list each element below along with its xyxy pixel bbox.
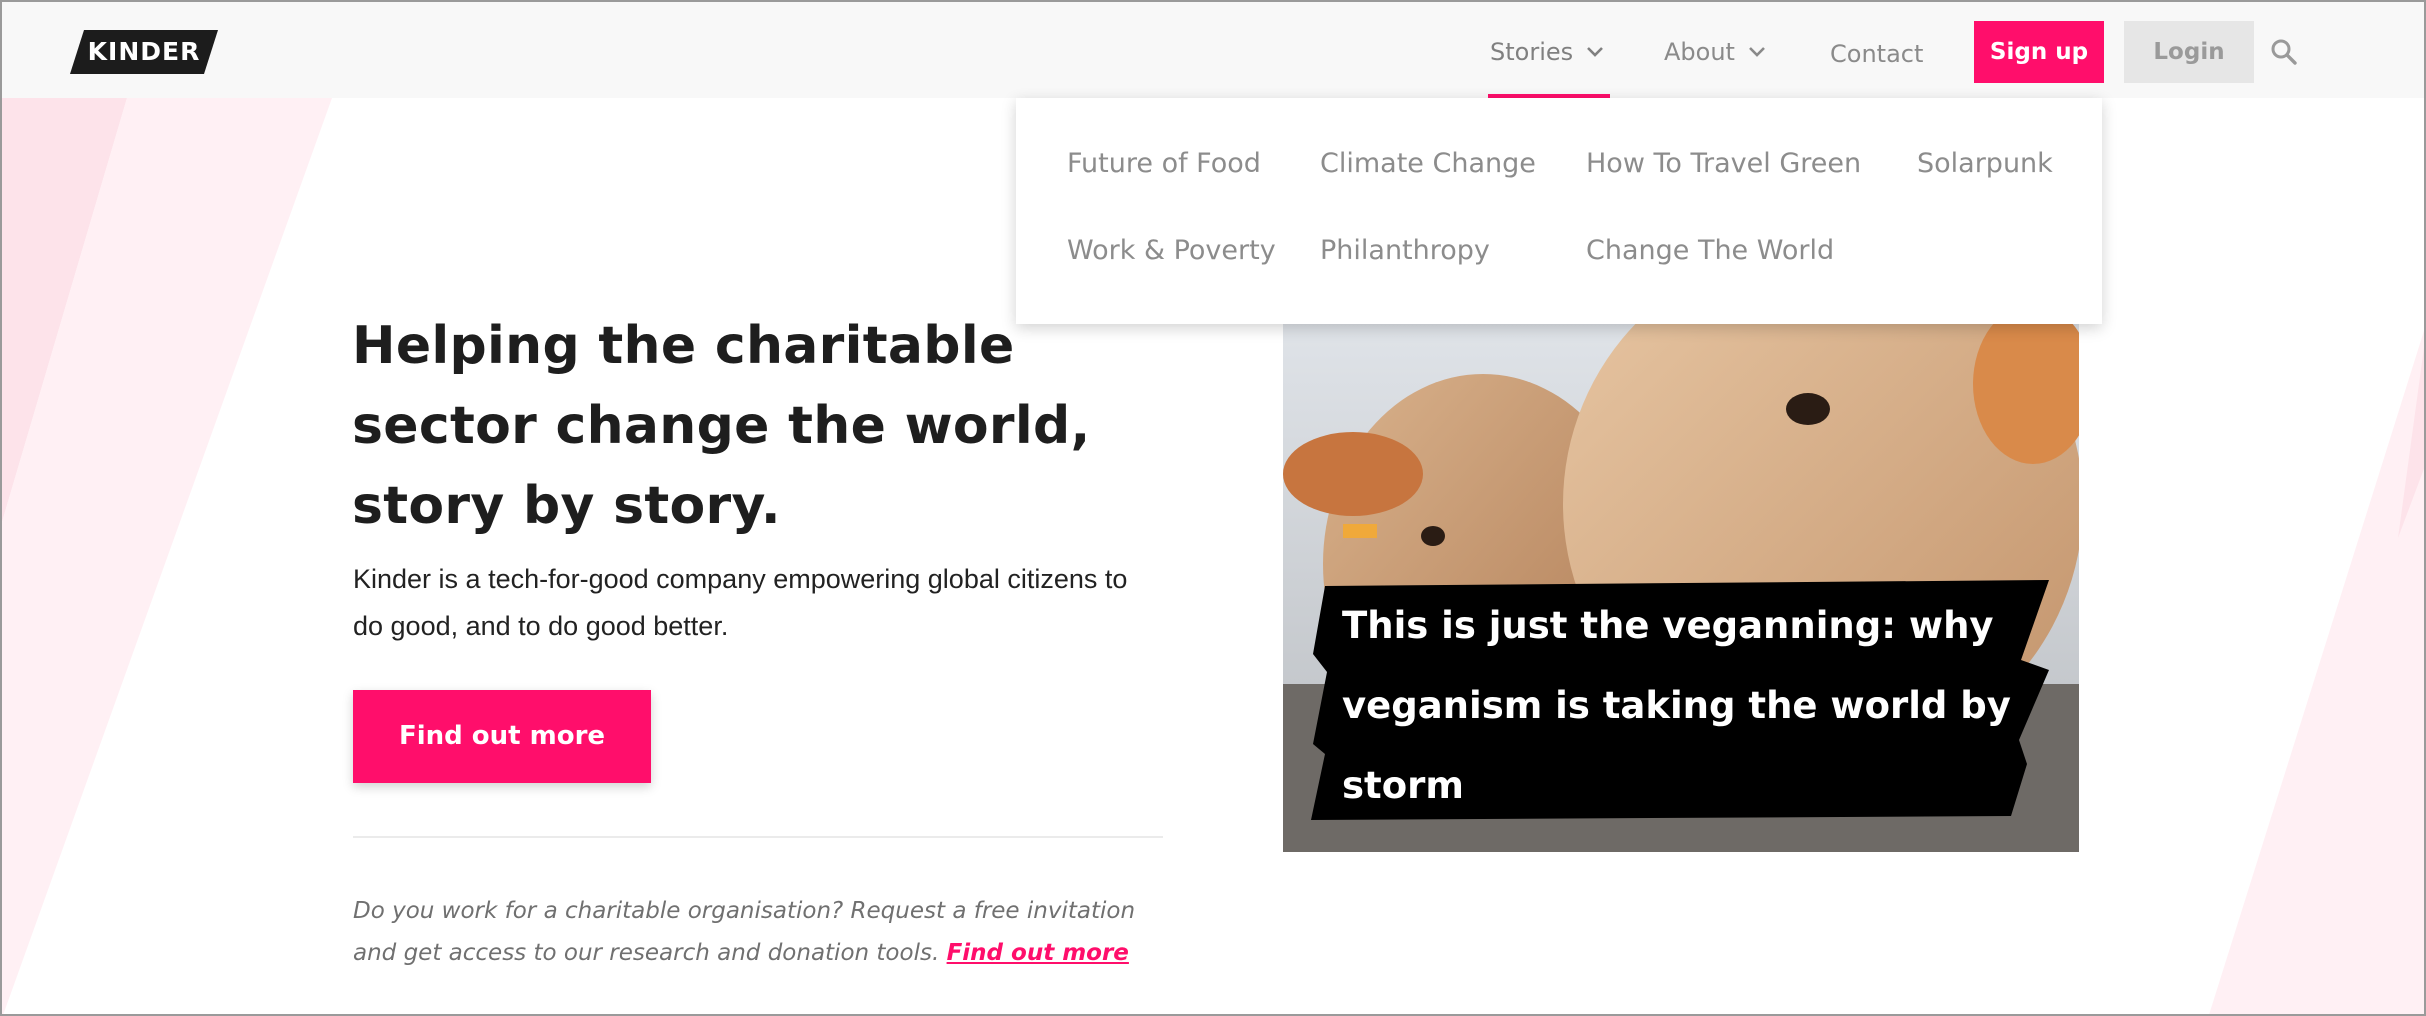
search-icon[interactable] [2270,38,2298,66]
section-divider [353,836,1163,838]
nav-stories[interactable]: Stories [1490,30,1605,74]
nav-stories-label: Stories [1490,38,1574,66]
decorative-stripe-right [2209,330,2424,1014]
menu-item-work-and-poverty[interactable]: Work & Poverty [1067,235,1276,266]
kinder-logo[interactable]: KINDER [70,30,218,74]
menu-item-how-to-travel-green[interactable]: How To Travel Green [1586,148,1861,179]
chevron-down-icon [1749,47,1765,57]
logo-text: KINDER [87,37,201,66]
chevron-down-icon [1587,47,1604,57]
menu-item-climate-change[interactable]: Climate Change [1320,148,1536,179]
site-header: KINDER Stories About Contact Sign up Log… [2,2,2424,98]
decorative-stripe-left [2,98,332,1014]
menu-item-solarpunk[interactable]: Solarpunk [1917,148,2053,179]
signup-button[interactable]: Sign up [1974,21,2104,83]
invitation-text: Do you work for a charitable organisatio… [353,890,1183,974]
featured-story-title[interactable]: This is just the veganning: why veganism… [1342,586,2022,826]
hero-headline: Helping the charitable sector change the… [352,316,1091,536]
nav-about-label: About [1664,38,1735,66]
hero-subtitle: Kinder is a tech-for-good company empowe… [353,564,1128,641]
menu-item-future-of-food[interactable]: Future of Food [1067,148,1261,179]
menu-item-change-the-world[interactable]: Change The World [1586,235,1834,266]
nav-contact[interactable]: Contact [1830,32,1923,76]
page-frame: KINDER Stories About Contact Sign up Log… [0,0,2426,1016]
menu-item-philanthropy[interactable]: Philanthropy [1320,235,1490,266]
nav-about[interactable]: About [1664,30,1767,74]
stories-dropdown-menu: Future of Food Climate Change How To Tra… [1016,98,2102,324]
invitation-find-out-more-link[interactable]: Find out more [947,940,1129,966]
nav-contact-label: Contact [1830,40,1924,68]
find-out-more-button[interactable]: Find out more [353,690,651,783]
login-button[interactable]: Login [2124,21,2254,83]
